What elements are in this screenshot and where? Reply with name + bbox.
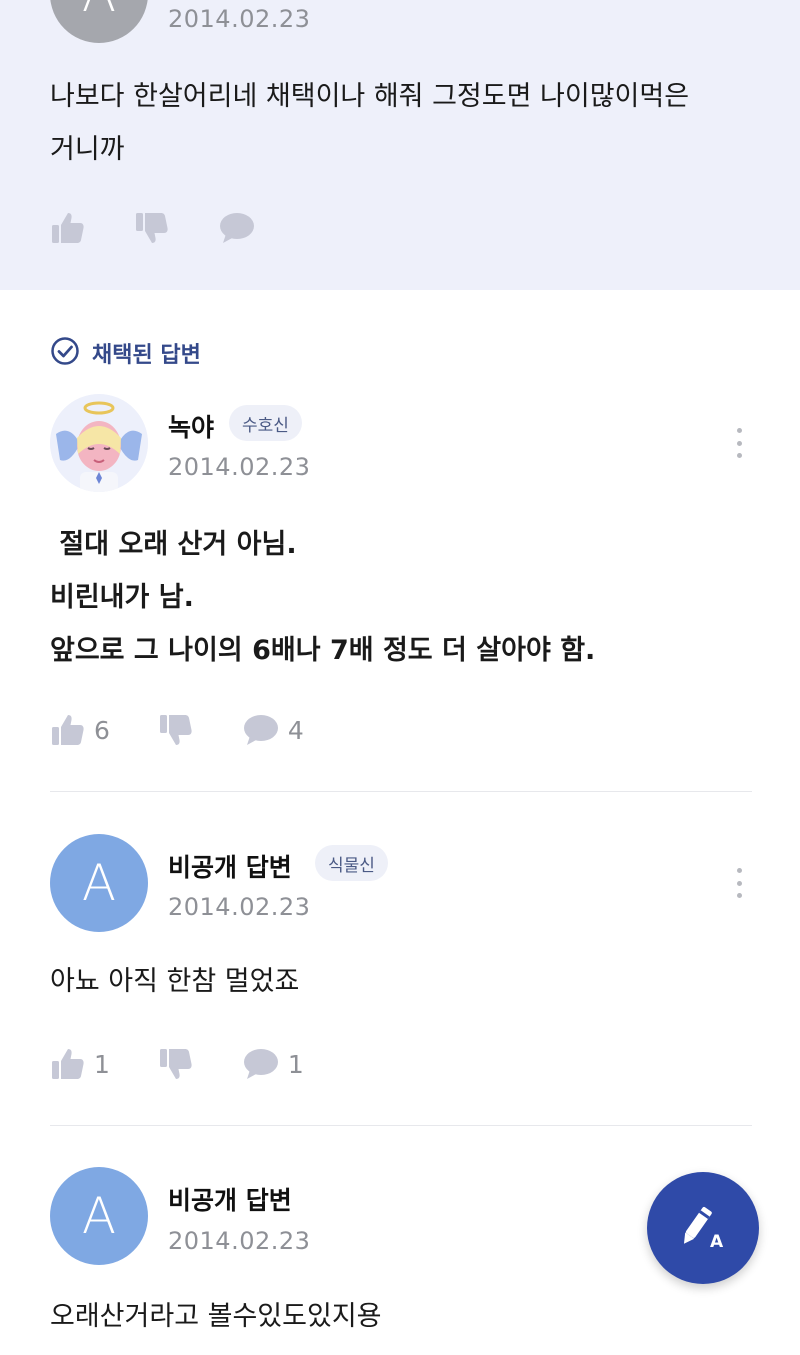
comment-count: 4 — [287, 715, 304, 745]
rank-badge: 수호신 — [229, 405, 302, 441]
dislike-button[interactable] — [158, 712, 194, 748]
avatar-letter: A — [81, 1187, 117, 1245]
thumbs-up-icon — [50, 712, 86, 748]
like-button[interactable]: 1 — [50, 1046, 110, 1082]
speech-bubble-icon — [242, 712, 280, 748]
avatar[interactable] — [50, 394, 148, 492]
check-circle-icon — [50, 336, 80, 370]
thumbs-down-icon — [158, 712, 194, 748]
answer-text-line-3: 앞으로 그 나이의 6배나 7배 정도 더 살아야 함. — [50, 635, 596, 666]
author-name[interactable]: 녹야 — [168, 408, 214, 444]
author-name[interactable]: 비공개 답변 — [168, 1181, 292, 1217]
answer-text: 아뇨 아직 한참 멀었죠 — [50, 966, 300, 997]
speech-bubble-icon — [218, 210, 256, 246]
author-name[interactable]: 비공개 답변 — [168, 848, 292, 884]
answer-date: 2014.02.23 — [168, 5, 311, 33]
like-button[interactable]: 6 — [50, 712, 110, 748]
avatar-letter: A — [81, 854, 117, 912]
thumbs-down-icon — [134, 210, 170, 246]
like-button[interactable] — [50, 210, 86, 246]
like-count: 6 — [94, 715, 110, 745]
reaction-bar — [50, 208, 304, 248]
answer-text-line-2: 비린내가 남. — [50, 582, 194, 613]
thumbs-down-icon — [158, 1046, 194, 1082]
answer-text-line-1: 절대 오래 산거 아님. — [50, 529, 297, 560]
write-answer-button[interactable]: A — [647, 1172, 759, 1284]
comment-button[interactable] — [218, 210, 256, 246]
avatar-letter: A — [82, 0, 116, 23]
comment-button[interactable]: 1 — [242, 1046, 304, 1082]
answer-date: 2014.02.23 — [168, 1227, 311, 1255]
more-vertical-icon[interactable] — [729, 423, 749, 463]
answer-date: 2014.02.23 — [168, 893, 311, 921]
answer-text: 오래산거라고 볼수있도있지용 — [50, 1301, 382, 1332]
dislike-button[interactable] — [158, 1046, 194, 1082]
avatar[interactable]: A — [50, 834, 148, 932]
like-count: 1 — [94, 1049, 110, 1079]
answer-text-line-1: 나보다 한살어리네 채택이나 해줘 그정도면 나이많이먹은 — [50, 81, 690, 112]
thumbs-up-icon — [50, 1046, 86, 1082]
previous-answer-card: A 2014.02.23 나보다 한살어리네 채택이나 해줘 그정도면 나이많이… — [0, 0, 800, 290]
more-vertical-icon[interactable] — [729, 863, 749, 903]
svg-text:A: A — [710, 1232, 724, 1252]
thumbs-up-icon — [50, 210, 86, 246]
divider — [50, 1125, 752, 1126]
speech-bubble-icon — [242, 1046, 280, 1082]
dislike-button[interactable] — [134, 210, 170, 246]
reaction-bar: 6 4 — [50, 710, 352, 750]
divider — [50, 791, 752, 792]
pen-a-icon: A — [677, 1200, 729, 1256]
answer-text-line-2: 거니까 — [50, 134, 125, 165]
avatar[interactable]: A — [50, 0, 148, 43]
answer-date: 2014.02.23 — [168, 453, 311, 481]
avatar[interactable]: A — [50, 1167, 148, 1265]
comment-button[interactable]: 4 — [242, 712, 304, 748]
adopted-answer-label: 채택된 답변 — [92, 343, 201, 368]
adopted-answer-header: 채택된 답변 — [50, 336, 201, 370]
rank-badge: 식물신 — [315, 845, 388, 881]
reaction-bar: 1 1 — [50, 1044, 352, 1084]
comment-count: 1 — [287, 1049, 304, 1079]
